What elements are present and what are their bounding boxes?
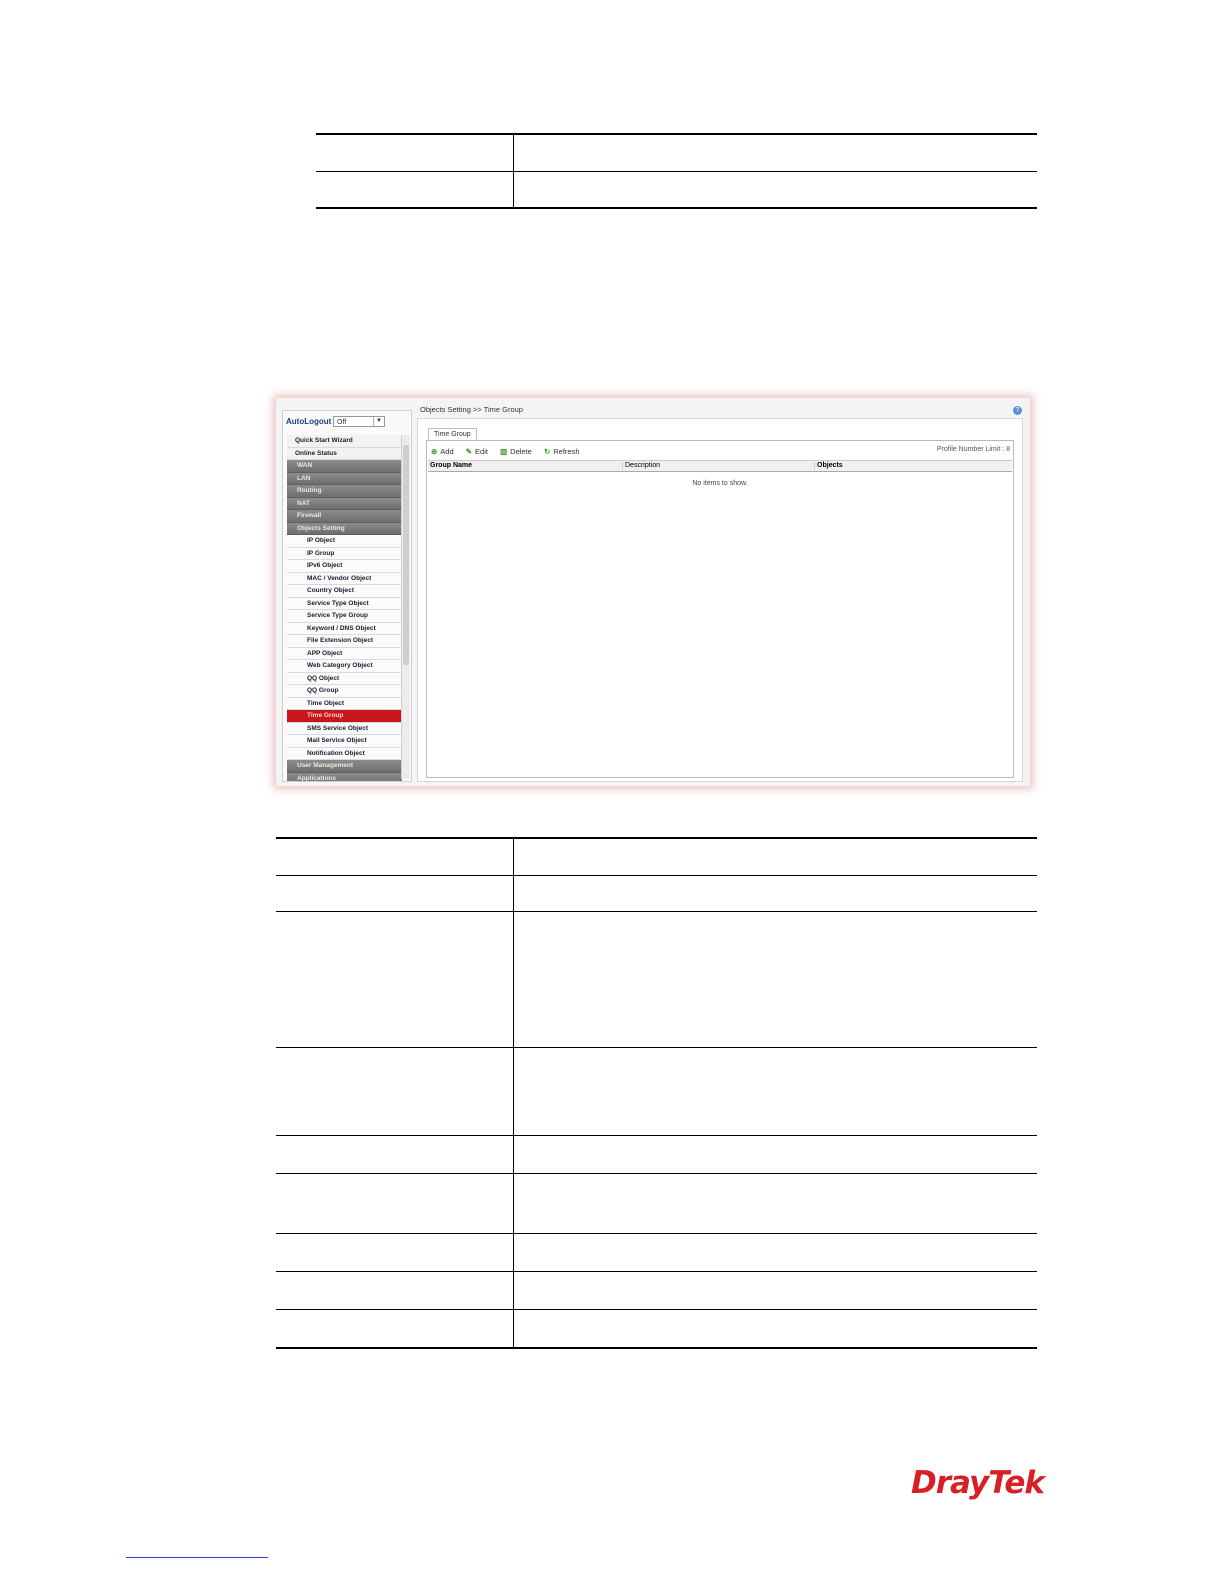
sidebar-item-country-object[interactable]: Country Object — [287, 585, 402, 598]
sidebar-item-service-type-group[interactable]: Service Type Group — [287, 610, 402, 623]
sidebar-item-quick-start-wizard[interactable]: Quick Start Wizard — [287, 435, 402, 448]
sidebar-item-time-object[interactable]: Time Object — [287, 697, 402, 710]
sidebar-item-ipv6-object[interactable]: IPv6 Object — [287, 560, 402, 573]
sidebar-item-qq-object[interactable]: QQ Object — [287, 672, 402, 685]
tab-time-group[interactable]: Time Group — [428, 428, 477, 440]
column-header-group-name[interactable]: Group Name — [430, 462, 472, 469]
sidebar-scrollbar[interactable] — [401, 435, 410, 779]
draytek-logo: DrayTek — [911, 1465, 1045, 1501]
footer-rule — [126, 1557, 268, 1558]
chevron-down-icon: ▼ — [373, 417, 384, 426]
bottom-parameter-table — [276, 837, 1037, 1349]
sidebar-item-objects-setting[interactable]: Objects Setting — [287, 522, 402, 535]
breadcrumb: Objects Setting >> Time Group — [420, 405, 523, 414]
sidebar-item-user-management[interactable]: User Management — [287, 760, 402, 773]
sidebar-item-ip-object[interactable]: IP Object — [287, 535, 402, 548]
add-button[interactable]: ⊕ Add — [431, 447, 454, 456]
sidebar: AutoLogout Off ▼ Quick Start Wizard Onlin… — [282, 410, 412, 782]
auto-logout-value: Off — [337, 419, 347, 426]
refresh-icon: ↻ — [543, 447, 551, 456]
sidebar-item-ip-group[interactable]: IP Group — [287, 547, 402, 560]
sidebar-item-app-object[interactable]: APP Object — [287, 647, 402, 660]
profile-number-limit: Profile Number Limit : 8 — [936, 446, 1010, 453]
sidebar-item-time-group[interactable]: Time Group — [287, 710, 402, 723]
grid-panel: ⊕ Add ✎ Edit ▥ Delete ↻ Refresh Profile Numb… — [426, 440, 1014, 778]
column-header-objects[interactable]: Objects — [814, 462, 843, 469]
sidebar-item-keyword-dns-object[interactable]: Keyword / DNS Object — [287, 622, 402, 635]
empty-grid-message: No items to show. — [692, 480, 748, 487]
sidebar-item-applications[interactable]: Applications — [287, 772, 402, 781]
grid-header: Group Name Description Objects — [428, 460, 1012, 472]
top-parameter-table — [316, 133, 1037, 209]
scrollbar-thumb[interactable] — [403, 445, 409, 665]
sidebar-item-online-status[interactable]: Online Status — [287, 447, 402, 460]
sidebar-item-nat[interactable]: NAT — [287, 497, 402, 510]
delete-button[interactable]: ▥ Delete — [500, 447, 532, 456]
edit-icon: ✎ — [465, 447, 473, 456]
sidebar-item-service-type-object[interactable]: Service Type Object — [287, 597, 402, 610]
sidebar-item-web-category-object[interactable]: Web Category Object — [287, 660, 402, 673]
toolbar: ⊕ Add ✎ Edit ▥ Delete ↻ Refresh — [431, 447, 590, 459]
sidebar-item-notification-object[interactable]: Notification Object — [287, 747, 402, 760]
sidebar-item-sms-service-object[interactable]: SMS Service Object — [287, 722, 402, 735]
sidebar-menu: Quick Start Wizard Online Status WAN LAN Rou… — [287, 435, 402, 781]
main-panel: Objects Setting >> Time Group ? Time Gro… — [417, 404, 1023, 782]
delete-icon: ▥ — [500, 447, 508, 456]
add-icon: ⊕ — [431, 447, 438, 456]
help-icon[interactable]: ? — [1013, 406, 1022, 415]
sidebar-item-mail-service-object[interactable]: Mail Service Object — [287, 735, 402, 748]
sidebar-item-qq-group[interactable]: QQ Group — [287, 685, 402, 698]
router-ui-screenshot: AutoLogout Off ▼ Quick Start Wizard Onlin… — [276, 398, 1030, 786]
sidebar-item-routing[interactable]: Routing — [287, 485, 402, 498]
sidebar-item-file-extension-object[interactable]: File Extension Object — [287, 635, 402, 648]
column-header-description[interactable]: Description — [622, 462, 660, 469]
refresh-button[interactable]: ↻ Refresh — [544, 447, 580, 456]
sidebar-item-firewall[interactable]: Firewall — [287, 510, 402, 523]
sidebar-item-wan[interactable]: WAN — [287, 460, 402, 473]
sidebar-item-mac-vendor-object[interactable]: MAC / Vendor Object — [287, 572, 402, 585]
edit-button[interactable]: ✎ Edit — [466, 447, 488, 456]
content-area: Time Group ⊕ Add ✎ Edit ▥ Delete ↻ Refresh P… — [417, 418, 1023, 782]
auto-logout-select[interactable]: Off ▼ — [333, 416, 385, 427]
auto-logout-label: AutoLogout — [286, 417, 332, 426]
sidebar-item-lan[interactable]: LAN — [287, 472, 402, 485]
